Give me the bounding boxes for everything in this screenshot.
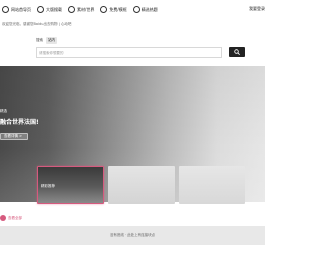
featured-card[interactable] bbox=[108, 166, 175, 204]
gift-icon bbox=[100, 6, 108, 13]
view-all-link[interactable]: 查看全部 bbox=[0, 215, 22, 221]
hero-cta-button[interactable]: 查看详情 > bbox=[0, 133, 28, 140]
home-icon bbox=[2, 6, 9, 13]
nav-item-free[interactable]: 免费/模框 bbox=[100, 0, 127, 19]
featured-card[interactable] bbox=[179, 166, 245, 204]
hero-tag: 精选 bbox=[0, 109, 7, 113]
nav-item-label: 精选热题 bbox=[141, 6, 158, 12]
hero-title: 融合世界法国! bbox=[0, 119, 39, 126]
dot-icon bbox=[0, 215, 6, 221]
tab-search[interactable]: 搜索 bbox=[36, 38, 43, 43]
nav-item-home[interactable]: 网站首导页 bbox=[2, 0, 31, 19]
top-navigation: 网站首导页 大版搜载 素材/世界 免费/模框 精选热题 bbox=[0, 0, 265, 19]
nav-item-label: 素材/世界 bbox=[77, 6, 95, 12]
search-input[interactable] bbox=[36, 47, 222, 58]
nav-item-label: 免费/模框 bbox=[109, 6, 127, 12]
nav-item-label: 大版搜载 bbox=[46, 6, 62, 12]
star-icon bbox=[132, 6, 140, 13]
search-tabs: 搜索 站内 bbox=[36, 37, 60, 44]
login-link[interactable]: 我要登录 bbox=[249, 6, 265, 12]
nav-item-featured[interactable]: 精选热题 bbox=[132, 0, 158, 19]
globe-icon bbox=[68, 6, 75, 13]
footer-text: 没有底线 · 此处上有连接块点 bbox=[109, 233, 156, 237]
nav-item-world[interactable]: 素材/世界 bbox=[68, 0, 94, 19]
footer: 没有底线 · 此处上有连接块点 bbox=[0, 226, 265, 245]
featured-card-selected[interactable]: 精彩推荐 bbox=[37, 166, 104, 204]
card-label: 精彩推荐 bbox=[41, 184, 55, 188]
search-button[interactable] bbox=[229, 47, 245, 57]
nav-item-label: 网站首导页 bbox=[11, 6, 31, 12]
view-all-label: 查看全部 bbox=[8, 215, 22, 220]
tab-site[interactable]: 站内 bbox=[46, 37, 57, 44]
breadcrumb: 欢迎您光临，感谢您Baidu出去购物 | 心动吧 bbox=[2, 22, 72, 26]
layout-icon bbox=[37, 6, 44, 13]
search-icon bbox=[234, 49, 240, 55]
nav-item-layout[interactable]: 大版搜载 bbox=[37, 0, 62, 19]
